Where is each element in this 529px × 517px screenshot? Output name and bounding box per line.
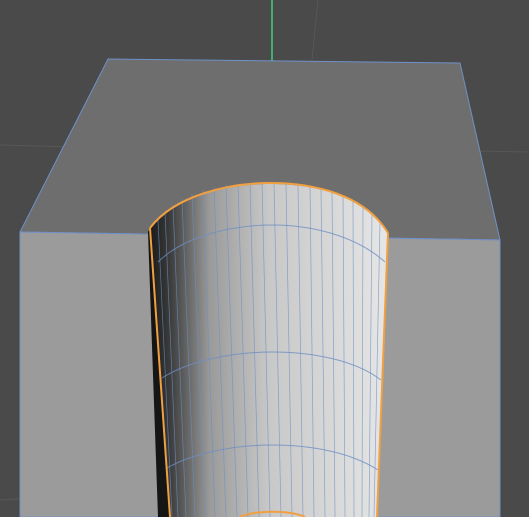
viewport-canvas[interactable] [0,0,529,517]
3d-viewport[interactable] [0,0,529,517]
